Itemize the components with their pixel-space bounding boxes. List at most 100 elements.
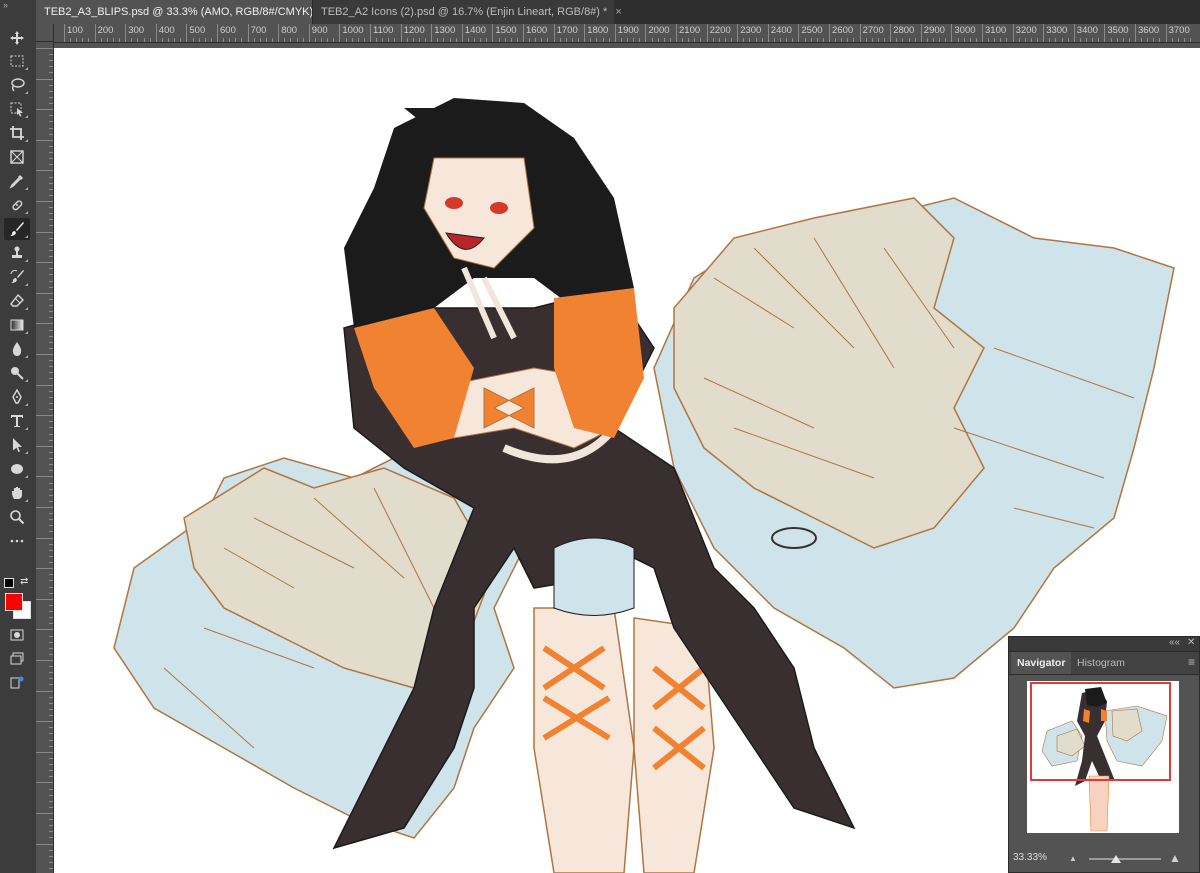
ruler-minor-tick	[49, 96, 53, 98]
eyedropper-tool-icon[interactable]	[4, 170, 30, 192]
blur-tool-icon[interactable]	[4, 338, 30, 360]
tab-histogram[interactable]: Histogram	[1071, 652, 1131, 674]
ruler-minor-tick	[49, 66, 53, 68]
ruler-minor-tick	[49, 794, 53, 796]
navigator-view-box[interactable]	[1030, 682, 1171, 781]
close-tab-icon[interactable]: ×	[615, 6, 621, 18]
path-select-tool-icon[interactable]	[4, 434, 30, 456]
ruler-minor-tick	[198, 38, 200, 42]
clone-stamp-tool-icon[interactable]	[4, 242, 30, 264]
ruler-minor-tick	[394, 38, 396, 42]
navigator-preview[interactable]	[1027, 681, 1179, 833]
default-colors-icon[interactable]	[4, 578, 14, 588]
ruler-minor-tick	[49, 684, 53, 686]
tab-teb2-a3-blips[interactable]: TEB2_A3_BLIPS.psd @ 33.3% (AMO, RGB/8#/C…	[36, 0, 328, 24]
ruler-minor-tick	[149, 38, 151, 42]
quick-mask-icon[interactable]	[4, 624, 30, 646]
ruler-minor-tick	[49, 188, 53, 190]
zoom-slider-thumb[interactable]	[1111, 855, 1121, 863]
horizontal-ruler[interactable]: 100 200 300 400 500 600 700 800 900 1000 1100 1200 1…	[54, 24, 1200, 43]
zoom-tool-icon[interactable]	[4, 506, 30, 528]
ruler-minor-tick	[49, 90, 53, 92]
ruler-major-tick	[36, 843, 53, 845]
frame-tool-icon[interactable]	[4, 146, 30, 168]
close-panel-icon[interactable]: ✕	[1187, 637, 1195, 649]
ruler-minor-tick	[718, 38, 720, 42]
healing-brush-tool-icon[interactable]	[4, 194, 30, 216]
pen-tool-icon[interactable]	[4, 386, 30, 408]
ruler-minor-tick	[49, 60, 53, 62]
ruler-minor-tick	[712, 38, 714, 42]
type-tool-icon[interactable]	[4, 410, 30, 432]
ruler-minor-tick	[49, 470, 53, 472]
ruler-minor-tick	[49, 513, 53, 515]
ruler-minor-tick	[688, 38, 690, 42]
collapse-panel-icon[interactable]: »	[0, 0, 36, 12]
ruler-minor-tick	[210, 38, 212, 42]
ruler-minor-tick	[49, 623, 53, 625]
ruler-minor-tick	[49, 213, 53, 215]
ruler-major-tick	[36, 231, 53, 233]
ruler-minor-tick	[272, 38, 274, 42]
tab-navigator[interactable]: Navigator	[1011, 652, 1072, 674]
swap-colors-icon[interactable]: ⇄	[20, 576, 28, 587]
ruler-major-tick	[36, 537, 53, 539]
tab-teb2-a2-icons[interactable]: TEB2_A2 Icons (2).psd @ 16.7% (Enjin Lin…	[312, 0, 622, 24]
screen-mode-icon[interactable]	[4, 648, 30, 670]
zoom-in-icon[interactable]: ▲	[1169, 851, 1181, 865]
ruler-minor-tick	[49, 194, 53, 196]
ruler-minor-tick	[265, 38, 267, 42]
ellipse-tool-icon[interactable]	[4, 458, 30, 480]
ruler-minor-tick	[49, 825, 53, 827]
ruler-minor-tick	[192, 38, 194, 42]
ruler-minor-tick	[547, 38, 549, 42]
ruler-minor-tick	[1147, 38, 1149, 42]
ruler-minor-tick	[49, 451, 53, 453]
zoom-out-icon[interactable]: ▲	[1069, 854, 1077, 863]
vertical-ruler[interactable]	[36, 42, 54, 873]
ruler-major-tick	[36, 354, 53, 355]
ruler-minor-tick	[49, 207, 53, 209]
ruler-minor-tick	[49, 378, 53, 380]
crop-tool-icon[interactable]	[4, 122, 30, 144]
ruler-minor-tick	[1183, 38, 1185, 42]
ruler-minor-tick	[443, 38, 445, 42]
move-tool-icon[interactable]	[4, 27, 30, 49]
ruler-label: 900	[308, 24, 328, 42]
object-select-tool-icon[interactable]	[4, 98, 30, 120]
ruler-minor-tick	[241, 38, 243, 42]
ruler-minor-tick	[49, 702, 53, 704]
foreground-color-swatch[interactable]	[5, 593, 23, 611]
history-brush-tool-icon[interactable]	[4, 266, 30, 288]
zoom-percentage[interactable]: 33.33%	[1013, 852, 1053, 863]
ruler-major-tick	[36, 690, 53, 692]
more-tools-icon[interactable]	[4, 530, 30, 552]
ruler-minor-tick	[535, 38, 537, 42]
ruler-minor-tick	[49, 727, 53, 729]
lasso-tool-icon[interactable]	[4, 74, 30, 96]
ruler-major-tick	[36, 721, 53, 723]
ruler-minor-tick	[761, 38, 763, 42]
marquee-tool-icon[interactable]	[4, 50, 30, 72]
ruler-minor-tick	[49, 409, 53, 411]
dodge-tool-icon[interactable]	[4, 362, 30, 384]
panel-menu-icon[interactable]: ≡	[1188, 656, 1195, 668]
zoom-slider[interactable]	[1089, 858, 1161, 860]
ruler-label: 500	[186, 24, 205, 42]
ruler-origin[interactable]	[36, 24, 54, 42]
brush-tool-icon[interactable]	[4, 218, 30, 240]
ruler-minor-tick	[49, 776, 53, 778]
cloud-document-icon[interactable]	[4, 672, 30, 694]
ruler-major-tick	[36, 782, 53, 784]
eraser-tool-icon[interactable]	[4, 290, 30, 312]
gradient-tool-icon[interactable]	[4, 314, 30, 336]
ruler-minor-tick	[957, 38, 959, 42]
ruler-minor-tick	[498, 38, 500, 42]
ruler-minor-tick	[994, 38, 996, 42]
ruler-minor-tick	[871, 38, 873, 42]
ruler-minor-tick	[290, 38, 292, 42]
ruler-minor-tick	[853, 38, 855, 42]
hand-tool-icon[interactable]	[4, 482, 30, 504]
ruler-minor-tick	[449, 38, 451, 42]
collapse-panel-icon[interactable]: ««	[1169, 637, 1180, 649]
